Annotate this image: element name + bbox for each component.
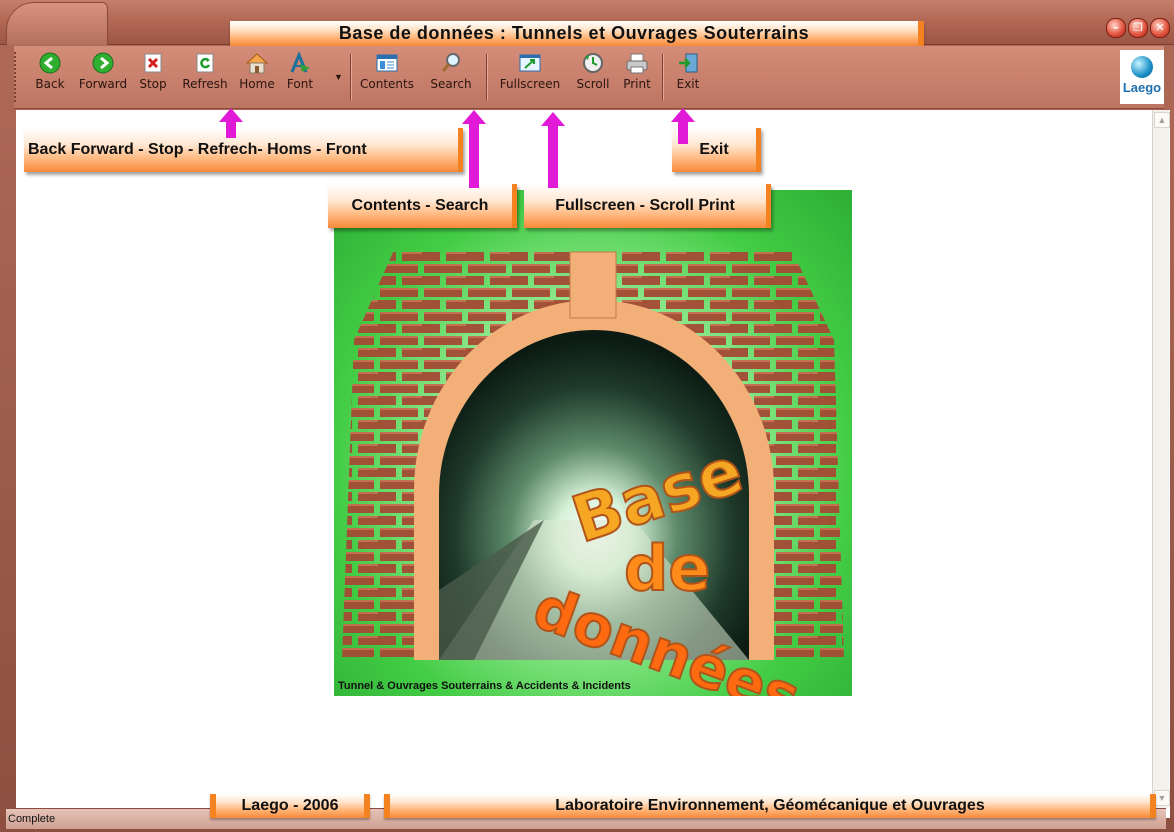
image-title-word-2: de	[624, 532, 710, 605]
status-text: Complete	[8, 813, 56, 825]
scroll-down-icon[interactable]: ▼	[1154, 790, 1170, 806]
search-label: Search	[430, 77, 472, 91]
font-dropdown-icon[interactable]: ▼	[334, 72, 343, 82]
vertical-scrollbar[interactable]: ▲ ▼	[1152, 110, 1170, 808]
scroll-button[interactable]: Scroll	[572, 52, 614, 102]
scroll-icon	[581, 52, 605, 74]
window-title: Base de données : Tunnels et Ouvrages So…	[230, 21, 924, 46]
forward-label: Forward	[78, 77, 128, 91]
contents-button[interactable]: Contents	[358, 52, 416, 102]
search-icon	[439, 52, 463, 74]
footer-right-banner: Laboratoire Environnement, Géomécanique …	[384, 794, 1156, 818]
exit-label: Exit	[676, 77, 700, 91]
scroll-label: Scroll	[576, 77, 610, 91]
minimize-button[interactable]: –	[1106, 18, 1126, 38]
back-button[interactable]: Back	[28, 52, 72, 102]
toolbar-grip[interactable]	[14, 52, 22, 102]
print-label: Print	[623, 77, 651, 91]
refresh-label: Refresh	[182, 77, 228, 91]
laego-logo: Laego	[1120, 50, 1164, 104]
forward-button[interactable]: Forward	[74, 52, 132, 102]
window-controls: – ❐ ✕	[1106, 18, 1170, 38]
fullscreen-scroll-print-callout: Fullscreen - Scroll Print	[524, 184, 771, 228]
search-button[interactable]: Search	[426, 52, 476, 102]
stop-label: Stop	[139, 77, 167, 91]
forward-arrow-icon	[91, 52, 115, 74]
tunnel-illustration: Base de données Tunnel & Ouvrages Souter…	[334, 190, 852, 696]
stop-button[interactable]: Stop	[136, 52, 170, 102]
refresh-icon	[193, 52, 217, 74]
stop-icon	[141, 52, 165, 74]
title-bar: Base de données : Tunnels et Ouvrages So…	[0, 0, 1174, 46]
contents-label: Contents	[360, 77, 414, 91]
toolbar-separator	[662, 54, 664, 100]
back-arrow-icon	[38, 52, 62, 74]
fullscreen-label: Fullscreen	[499, 77, 561, 91]
font-button[interactable]: Font	[282, 52, 318, 102]
fullscreen-icon	[518, 52, 542, 74]
refresh-button[interactable]: Refresh	[180, 52, 230, 102]
font-icon	[288, 52, 312, 74]
back-label: Back	[35, 77, 65, 91]
home-icon	[245, 52, 269, 74]
contents-icon	[375, 52, 399, 74]
exit-icon	[676, 52, 700, 74]
brick-tunnel-graphic: Base de données	[342, 250, 844, 696]
restore-button[interactable]: ❐	[1128, 18, 1148, 38]
print-icon	[625, 52, 649, 74]
home-button[interactable]: Home	[236, 52, 278, 102]
print-button[interactable]: Print	[618, 52, 656, 102]
scroll-up-icon[interactable]: ▲	[1154, 112, 1170, 128]
close-button[interactable]: ✕	[1150, 18, 1170, 38]
font-label: Font	[286, 77, 314, 91]
image-caption: Tunnel & Ouvrages Souterrains & Accident…	[338, 680, 631, 692]
exit-button[interactable]: Exit	[670, 52, 706, 102]
fullscreen-button[interactable]: Fullscreen	[494, 52, 566, 102]
logo-text: Laego	[1122, 80, 1162, 95]
title-tab	[6, 2, 108, 45]
nav-buttons-callout: Back Forward - Stop - Refrech- Homs - Fr…	[24, 128, 463, 172]
logo-globe-icon	[1131, 56, 1153, 78]
home-label: Home	[239, 77, 275, 91]
contents-search-callout: Contents - Search	[328, 184, 517, 228]
toolbar-separator	[486, 54, 488, 100]
footer-left-banner: Laego - 2006	[210, 794, 370, 818]
toolbar: Back Forward Stop Refresh Home Font ▼ Co…	[14, 46, 1164, 109]
toolbar-separator	[350, 54, 352, 100]
